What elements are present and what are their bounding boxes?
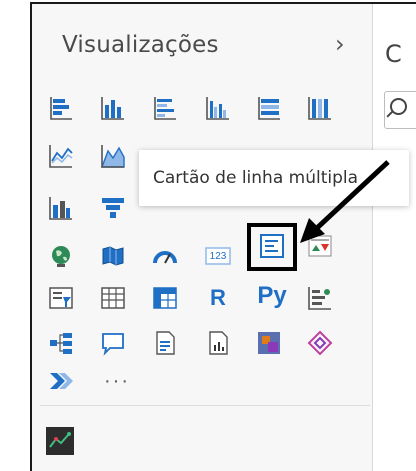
area-chart-icon[interactable] [100,143,126,169]
card-icon[interactable]: 123 [205,243,231,269]
build-visual-icon[interactable] [46,427,74,455]
line-chart-icon[interactable] [48,143,74,169]
decomposition-tree-icon[interactable] [48,330,74,356]
panel-divider [40,405,370,406]
gauge-icon[interactable] [152,243,178,269]
power-automate-icon[interactable] [307,330,333,356]
power-apps-icon[interactable] [256,330,282,356]
paginated-report-icon[interactable] [205,330,231,356]
power-automate-flow-icon[interactable] [48,368,74,394]
smart-narrative-icon[interactable] [152,330,178,356]
line-clustered-column-chart-icon[interactable] [48,195,74,221]
stacked-column-chart-icon[interactable] [100,95,126,121]
panel-title: Visualizações [62,32,219,58]
map-globe-icon[interactable] [48,243,74,269]
clustered-bar-chart-icon[interactable] [152,95,178,121]
slicer-icon[interactable] [48,285,74,311]
fields-search-box[interactable] [384,91,416,129]
r-script-visual-icon[interactable]: R [205,285,231,311]
collapse-pane-icon[interactable]: › [335,30,345,58]
funnel-chart-icon[interactable] [100,195,126,221]
clustered-column-chart-icon[interactable] [205,95,231,121]
tooltip-text: Cartão de linha múltipla [153,168,359,188]
filled-map-icon[interactable] [100,243,126,269]
more-visuals-icon[interactable]: ··· [104,370,130,393]
stacked-column-100-chart-icon[interactable] [307,95,333,121]
fields-pane: C [372,4,416,471]
key-influencers-icon[interactable] [307,285,333,311]
highlight-box [247,223,297,271]
table-icon[interactable] [100,285,126,311]
q-and-a-icon[interactable] [100,330,126,356]
stacked-bar-100-chart-icon[interactable] [256,95,282,121]
tooltip: Cartão de linha múltipla [139,150,409,206]
stacked-bar-chart-icon[interactable] [48,95,74,121]
python-label: Py [257,282,287,309]
kpi-icon[interactable] [307,233,333,259]
fields-pane-title: C [385,40,402,68]
matrix-icon[interactable] [152,285,178,311]
r-script-label: R [210,285,226,310]
python-visual-icon[interactable]: Py [254,282,290,309]
card-icon-label: 123 [209,250,227,262]
search-icon [390,98,407,115]
